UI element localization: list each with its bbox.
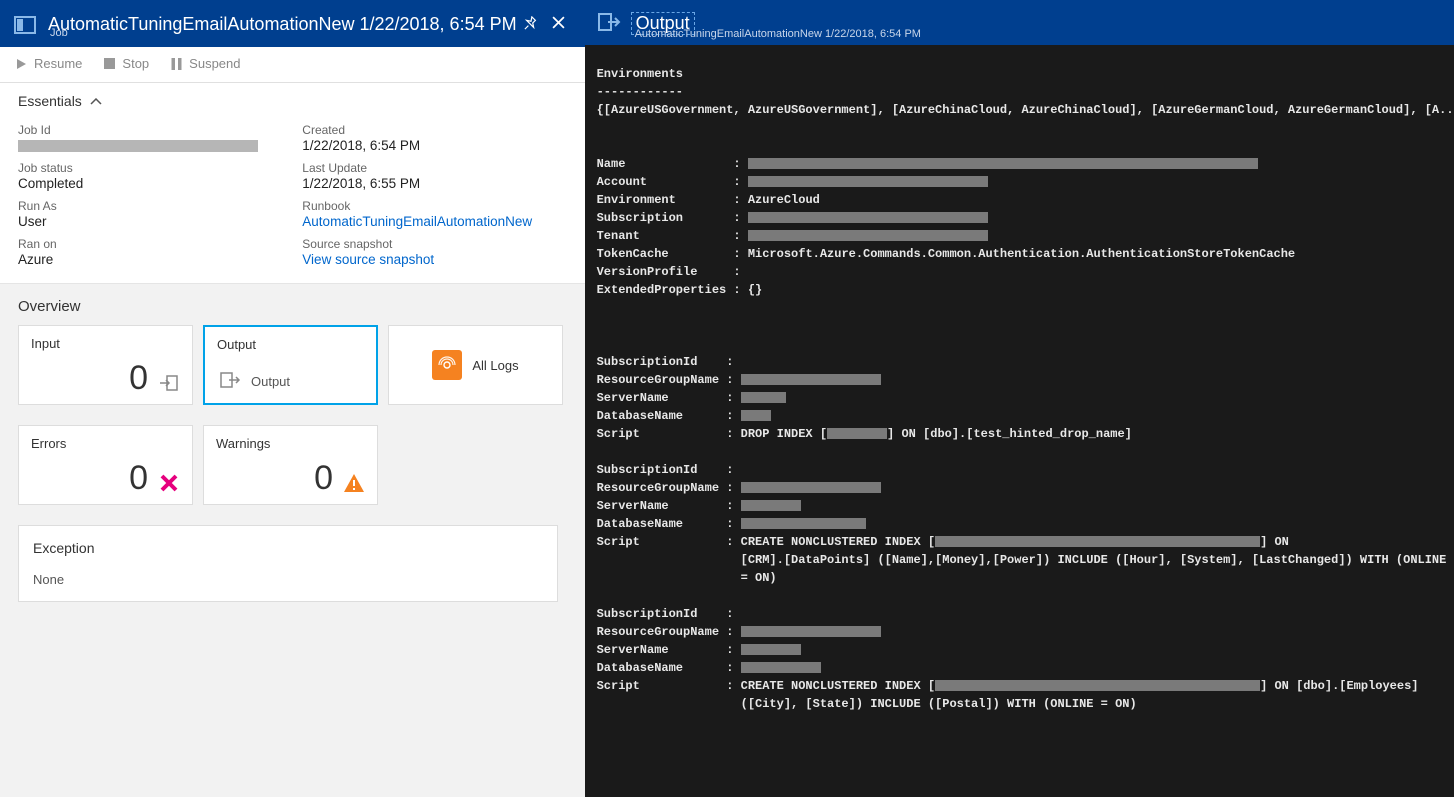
essentials-grid: Job Id Created1/22/2018, 6:54 PM Job statu…	[0, 119, 585, 284]
output-subtitle: AutomaticTuningEmailAutomationNew 1/22/2…	[635, 28, 921, 40]
resume-button[interactable]: Resume	[14, 56, 82, 71]
blade-subtitle: Job	[50, 27, 68, 39]
output-console: Environments ------------ {[AzureUSGover…	[585, 45, 1454, 797]
stop-button[interactable]: Stop	[102, 56, 149, 71]
essentials-item: Run AsUser	[18, 199, 282, 229]
output-header: Output AutomaticTuningEmailAutomationNew…	[585, 0, 1454, 45]
chevron-up-icon	[90, 93, 102, 109]
output-blade-icon	[597, 11, 621, 36]
essentials-toggle[interactable]: Essentials	[0, 83, 585, 119]
tile-warnings[interactable]: Warnings 0	[203, 425, 378, 505]
essentials-item: Created1/22/2018, 6:54 PM	[302, 123, 566, 153]
suspend-button[interactable]: Suspend	[169, 56, 240, 71]
essentials-item: Job statusCompleted	[18, 161, 282, 191]
blade-title: AutomaticTuningEmailAutomationNew 1/22/2…	[48, 14, 517, 35]
blade-header: AutomaticTuningEmailAutomationNew 1/22/2…	[0, 0, 585, 45]
essentials-item: Last Update1/22/2018, 6:55 PM	[302, 161, 566, 191]
job-icon	[12, 12, 38, 38]
essentials-item: Job Id	[18, 123, 282, 153]
pause-icon	[169, 57, 183, 71]
toolbar: Resume Stop Suspend	[0, 45, 585, 83]
tile-all-logs[interactable]: All Logs	[388, 325, 563, 405]
stop-icon	[102, 57, 116, 71]
play-icon	[14, 57, 28, 71]
exception-box: Exception None	[18, 525, 558, 602]
pin-button[interactable]	[517, 16, 545, 34]
close-button[interactable]	[545, 16, 573, 33]
tile-errors[interactable]: Errors 0	[18, 425, 193, 505]
input-icon	[158, 372, 180, 394]
essentials-item: Ran onAzure	[18, 237, 282, 267]
job-blade: AutomaticTuningEmailAutomationNew 1/22/2…	[0, 0, 585, 797]
essentials-item: Source snapshotView source snapshot	[302, 237, 566, 267]
tile-input[interactable]: Input 0	[18, 325, 193, 405]
logs-icon	[432, 350, 462, 380]
warning-icon	[343, 472, 365, 494]
tile-output[interactable]: Output Output	[203, 325, 378, 405]
overview-label: Overview	[18, 298, 567, 315]
error-icon	[158, 472, 180, 494]
essentials-item: RunbookAutomaticTuningEmailAutomationNew	[302, 199, 566, 229]
overview-section: Overview Input 0 Output Output All Logs	[0, 284, 585, 797]
output-blade: Output AutomaticTuningEmailAutomationNew…	[585, 0, 1454, 797]
output-icon	[219, 370, 241, 393]
